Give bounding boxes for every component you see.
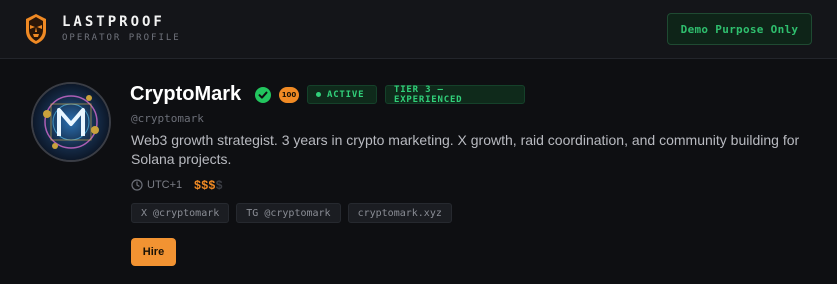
demo-purpose-button[interactable]: Demo Purpose Only <box>667 13 812 45</box>
tag-website[interactable]: cryptomark.xyz <box>347 203 452 223</box>
score-badge: 100 <box>279 87 299 103</box>
check-circle-icon <box>255 87 271 103</box>
timezone: UTC+1 <box>147 179 183 191</box>
profile-bio: Web3 growth strategist. 3 years in crypt… <box>131 132 800 167</box>
tier-label: TIER 3 — EXPERIENCED <box>394 84 463 105</box>
brand-subtitle: OPERATOR PROFILE <box>62 33 181 43</box>
profile-name: CryptoMark <box>130 83 242 105</box>
brand-name: LASTPROOF <box>62 14 165 30</box>
avatar <box>31 82 111 162</box>
profile-meta: UTC+1 $$$ $ <box>131 178 222 192</box>
status-dot-icon <box>316 92 321 97</box>
status-badge: ACTIVE <box>307 85 377 104</box>
price-level-inactive: $ <box>215 178 223 192</box>
status-label: ACTIVE <box>327 89 365 100</box>
profile-handle: @cryptomark <box>131 112 204 125</box>
hire-button[interactable]: Hire <box>131 238 176 266</box>
tag-x-handle[interactable]: X @cryptomark <box>131 203 230 223</box>
social-links: X @cryptomark TG @cryptomark cryptomark.… <box>131 203 452 223</box>
clock-icon <box>131 179 143 191</box>
profile-card: CryptoMark 100 ACTIVE TIER 3 — EXPERIENC… <box>0 59 837 284</box>
price-level: $$$ <box>194 178 216 192</box>
masked-face-icon <box>26 14 46 44</box>
tier-badge: TIER 3 — EXPERIENCED <box>385 84 525 105</box>
top-bar: LASTPROOF OPERATOR PROFILE Demo Purpose … <box>0 0 837 59</box>
tag-telegram-handle[interactable]: TG @cryptomark <box>236 203 341 223</box>
